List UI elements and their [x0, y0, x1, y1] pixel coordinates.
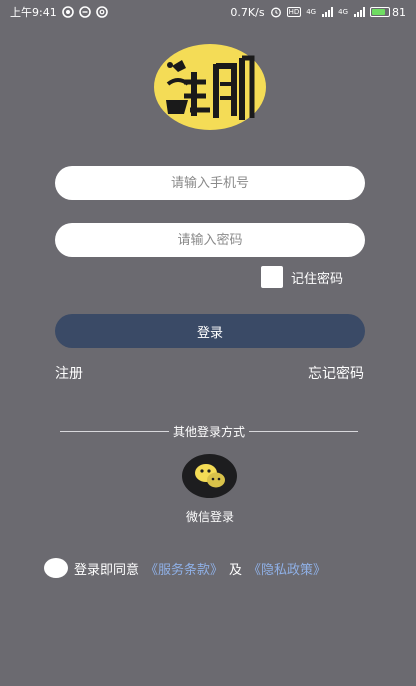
status-bar: 上午9:41 0.7K/s HD 4G 4G 81 [0, 0, 416, 24]
cartoon-character-logo-icon [154, 44, 266, 130]
phone-input[interactable] [55, 166, 365, 200]
wechat-icon [194, 464, 225, 488]
register-link[interactable]: 注册 [55, 363, 83, 383]
app-notification-icon-2 [95, 6, 108, 18]
app-notification-icon [78, 6, 91, 18]
other-login-divider: 其他登录方式 [60, 422, 359, 440]
other-login-heading: 其他登录方式 [173, 424, 246, 439]
hd-badge: HD [286, 7, 302, 17]
status-right: 0.7K/s HD 4G 4G 81 [230, 6, 406, 19]
terms-of-service-link[interactable]: 《服务条款》 [145, 559, 223, 578]
alarm-icon [270, 6, 282, 18]
password-input[interactable] [55, 223, 365, 257]
remember-password-label: 记住密码 [291, 271, 344, 287]
remember-password-checkbox[interactable] [261, 266, 283, 288]
privacy-policy-link[interactable]: 《隐私政策》 [248, 559, 326, 578]
divider-line-right [249, 430, 359, 432]
wechat-login-label: 微信登录 [185, 510, 234, 524]
app-logo [154, 44, 266, 130]
forgot-password-link[interactable]: 忘记密码 [308, 363, 364, 383]
signal-icon-1 [321, 6, 334, 18]
network-type-1: 4G [306, 8, 317, 16]
remember-password[interactable]: 记住密码 [261, 266, 343, 288]
battery-percent: 81 [392, 5, 406, 19]
signal-icon-2 [353, 6, 365, 18]
agreement-row: 登录即同意 《服务条款》 及 《隐私政策》 [44, 558, 326, 578]
agreement-prefix: 登录即同意 [74, 562, 140, 578]
agreement-radio[interactable] [44, 558, 68, 578]
battery-icon [370, 7, 390, 17]
wechat-login-button[interactable] [182, 454, 237, 498]
status-left: 上午9:41 [10, 4, 108, 20]
network-speed: 0.7K/s [230, 5, 265, 19]
status-time: 上午9:41 [10, 6, 57, 19]
login-button[interactable]: 登录 [55, 314, 365, 348]
network-type-2: 4G [338, 8, 348, 16]
notification-icon [61, 6, 74, 18]
battery-fill [372, 9, 385, 15]
battery-indicator: 81 [370, 6, 406, 19]
divider-line-left [60, 430, 169, 432]
agreement-and: 及 [229, 562, 243, 578]
